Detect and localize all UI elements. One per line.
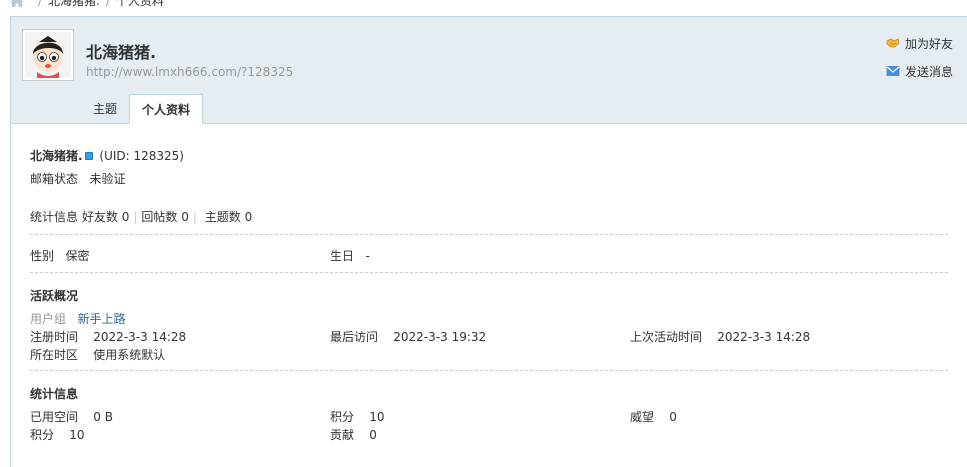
breadcrumb-current: 个人资料 <box>115 0 164 8</box>
email-status-row: 邮箱状态 未验证 <box>30 170 125 187</box>
email-status-value: 未验证 <box>89 172 126 186</box>
last-active-row: 上次活动时间 2022-3-3 14:28 <box>630 328 810 345</box>
last-active-value: 2022-3-3 14:28 <box>717 330 811 344</box>
tab-threads[interactable]: 主题 <box>81 94 129 124</box>
contribution-label: 贡献 <box>330 428 355 442</box>
avatar-image <box>25 32 71 78</box>
breadcrumb-user-link[interactable]: 北海猪猪. <box>48 0 100 8</box>
home-icon[interactable] <box>10 0 24 7</box>
activity-section-title: 活跃概况 <box>30 289 79 303</box>
register-time-row: 注册时间 2022-3-3 14:28 <box>30 328 186 345</box>
breadcrumb: / 北海猪猪. / 个人资料 <box>10 0 164 8</box>
last-visit-label: 最后访问 <box>330 330 379 344</box>
stats-summary-row: 统计信息 好友数 0 | 回帖数 0 | 主题数 0 <box>30 210 253 224</box>
add-friend-button[interactable]: 加为好友 <box>886 35 953 51</box>
contribution-row: 贡献 0 <box>330 426 377 443</box>
last-visit-value: 2022-3-3 19:32 <box>393 330 487 344</box>
friends-count-link[interactable]: 好友数 0 <box>82 210 129 224</box>
avatar[interactable] <box>22 29 74 81</box>
threads-count-link[interactable]: 主题数 0 <box>205 210 252 224</box>
profile-header: 北海猪猪. http://www.lmxh666.com/?128325 加为好… <box>11 17 967 124</box>
user-group-link[interactable]: 新手上路 <box>77 312 125 326</box>
timezone-value: 使用系统默认 <box>93 348 166 362</box>
profile-tabs: 主题 个人资料 <box>81 94 204 124</box>
breadcrumb-separator: / <box>38 0 43 8</box>
add-friend-icon <box>886 38 900 48</box>
prestige-value: 0 <box>669 410 677 424</box>
gender-label: 性别 <box>30 249 55 263</box>
user-group-row: 用户组 新手上路 <box>30 310 125 327</box>
prestige-label: 威望 <box>630 410 655 424</box>
points-row: 积分 10 <box>30 426 85 443</box>
profile-actions: 加为好友 发送消息 <box>886 35 953 91</box>
used-space-row: 已用空间 0 B <box>30 408 113 425</box>
credits-row: 积分 10 <box>330 408 385 425</box>
profile-name: 北海猪猪. <box>30 149 83 163</box>
stats-section-title: 统计信息 <box>30 387 79 401</box>
add-friend-label: 加为好友 <box>904 36 953 51</box>
contribution-value: 0 <box>369 428 377 442</box>
credits-label: 积分 <box>330 410 355 424</box>
email-status-label: 邮箱状态 <box>30 172 79 186</box>
stats-summary-label: 统计信息 <box>30 210 79 224</box>
online-status-icon <box>84 152 93 160</box>
points-label: 积分 <box>30 428 55 442</box>
last-visit-row: 最后访问 2022-3-3 19:32 <box>330 328 486 345</box>
user-group-label: 用户组 <box>30 312 67 326</box>
divider <box>30 234 948 235</box>
profile-uid: (UID: 128325) <box>99 149 184 163</box>
last-active-label: 上次活动时间 <box>630 330 703 344</box>
profile-url[interactable]: http://www.lmxh666.com/?128325 <box>86 65 293 79</box>
birthday-value: - <box>365 249 370 263</box>
used-space-value: 0 B <box>93 410 113 424</box>
profile-name-row: 北海猪猪. (UID: 128325) <box>30 147 184 164</box>
breadcrumb-separator: / <box>105 0 110 8</box>
send-message-label: 发送消息 <box>904 64 953 79</box>
credits-value: 10 <box>369 410 385 424</box>
prestige-row: 威望 0 <box>630 408 677 425</box>
gender-row: 性别 保密 <box>30 247 89 264</box>
gender-value: 保密 <box>65 249 90 263</box>
register-time-value: 2022-3-3 14:28 <box>93 330 187 344</box>
used-space-label: 已用空间 <box>30 410 79 424</box>
profile-username: 北海猪猪. <box>86 43 157 62</box>
timezone-row: 所在时区 使用系统默认 <box>30 346 165 363</box>
profile-frame: 北海猪猪. http://www.lmxh666.com/?128325 加为好… <box>10 16 967 467</box>
divider <box>30 272 948 273</box>
replies-count-link[interactable]: 回帖数 0 <box>141 210 188 224</box>
register-time-label: 注册时间 <box>30 330 79 344</box>
timezone-label: 所在时区 <box>30 348 79 362</box>
envelope-icon <box>886 66 900 76</box>
points-value: 10 <box>69 428 85 442</box>
birthday-row: 生日 - <box>330 247 370 264</box>
divider <box>30 370 948 371</box>
birthday-label: 生日 <box>330 249 355 263</box>
send-message-button[interactable]: 发送消息 <box>886 63 953 79</box>
tab-profile[interactable]: 个人资料 <box>129 94 204 124</box>
